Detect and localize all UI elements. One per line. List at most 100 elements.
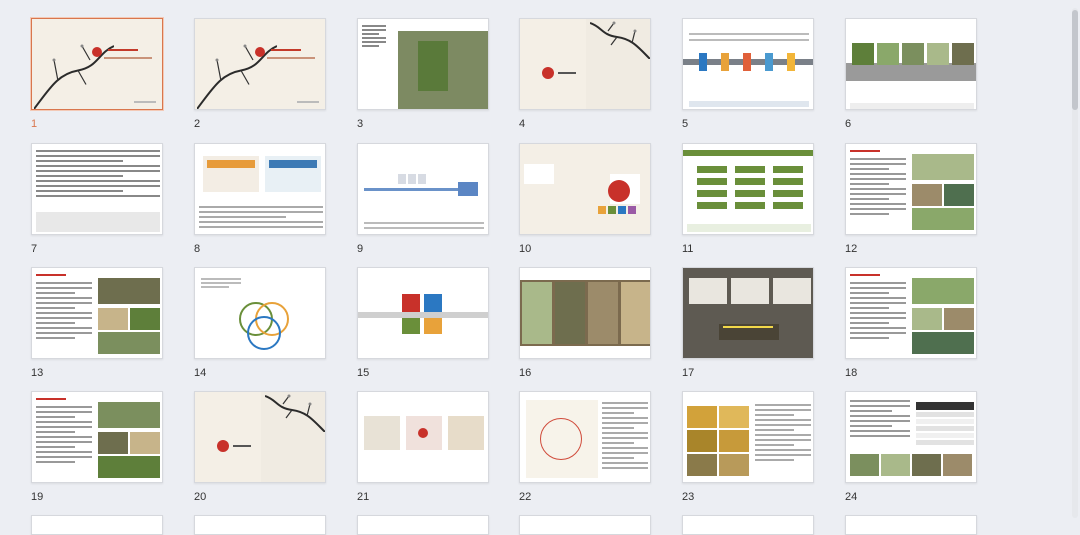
text-line [36,150,160,152]
slide-thumbnail-partial[interactable] [682,515,814,535]
slide-thumbnail-10[interactable]: 10 [519,143,651,255]
slide-thumbnail-17[interactable]: 17 [682,267,814,379]
text-line [850,158,906,160]
strip-photo [588,282,618,344]
table-row [916,419,974,424]
table-row [916,412,974,417]
slide-thumbnail-partial[interactable] [845,515,977,535]
slide-thumbnail-24[interactable]: 24 [845,391,977,503]
text-line [36,426,92,428]
slide-thumbnail-4[interactable]: 4 [519,18,651,130]
slide-number: 2 [194,118,201,130]
slide-thumbnail-23[interactable]: 23 [682,391,814,503]
photo-3 [130,308,160,330]
slide-thumbnail-16[interactable]: 16 [519,267,651,379]
slide-thumbnail-partial[interactable] [519,515,651,535]
text-line [36,155,160,157]
text-line [689,39,809,41]
slide-preview [845,391,977,483]
photo-1 [912,278,974,304]
text-line [36,322,76,324]
slide-thumbnail-18[interactable]: 18 [845,267,977,379]
text-line [850,312,906,314]
slide-thumbnail-22[interactable]: 22 [519,391,651,503]
tree-node [773,202,803,209]
photo-1 [98,278,160,304]
tree-node [735,166,765,173]
slide-thumbnail-partial[interactable] [357,515,489,535]
highlight-line [723,326,773,328]
slide-thumbnail-20[interactable]: 20 [194,391,326,503]
overlay-card [689,278,727,304]
photo-tile [912,454,941,476]
tree-node [697,202,727,209]
slide-number: 8 [194,243,201,255]
slide-number: 1 [31,118,38,130]
text-line [36,170,160,172]
text-line [36,441,92,443]
text-line [602,467,648,469]
photo-tile [850,454,879,476]
footer-text [297,101,319,103]
slide-preview [357,391,489,483]
text-line [850,327,906,329]
food-photo [687,406,717,428]
text-line [602,442,635,444]
food-photo [719,430,749,452]
slide-thumbnail-9[interactable]: 9 [357,143,489,255]
plum-branch-icon [265,394,325,432]
text-line [755,404,811,406]
text-line [364,222,484,224]
slide-thumbnail-6[interactable]: 6 [845,18,977,130]
text-line [364,227,484,229]
text-line [850,287,906,289]
photo-4 [98,332,160,354]
text-line [362,45,379,47]
slide-number: 17 [682,367,695,379]
slide-thumbnail-14[interactable]: 14 [194,267,326,379]
text-line [602,462,648,464]
section-title [558,72,576,74]
slide-thumbnail-13[interactable]: 13 [31,267,163,379]
slide-thumbnail-partial[interactable] [194,515,326,535]
photo-2 [98,432,128,454]
slide-thumbnail-5[interactable]: 5 [682,18,814,130]
slide-thumbnail-12[interactable]: 12 [845,143,977,255]
slide-thumbnail-partial[interactable] [31,515,163,535]
slide-thumbnail-1[interactable]: 1 [31,18,163,130]
text-line [850,302,906,304]
slide-thumbnail-7[interactable]: 7 [31,143,163,255]
flow-step [398,174,406,184]
text-line [36,456,92,458]
text-line [850,173,906,175]
text-line [850,188,906,190]
seal-icon [542,67,554,79]
overlay-card [773,278,811,304]
text-line [36,297,92,299]
slide-thumbnail-2[interactable]: 2 [194,18,326,130]
slide-thumbnail-15[interactable]: 15 [357,267,489,379]
vertical-scrollbar[interactable] [1072,8,1078,518]
photo-3 [130,432,160,454]
photo-tile [952,43,974,65]
slide-thumbnail-19[interactable]: 19 [31,391,163,503]
slide-thumbnail-21[interactable]: 21 [357,391,489,503]
text-line [362,33,379,35]
text-line [602,447,648,449]
slide-preview [357,267,489,359]
scrollbar-thumb[interactable] [1072,10,1078,110]
text-line [199,221,323,223]
text-line [850,297,906,299]
slide-number: 9 [357,243,364,255]
text-line [36,411,92,413]
strip-photo [522,282,552,344]
text-line [36,160,123,162]
map-highlight [418,41,448,91]
text-line [755,414,795,416]
slide-thumbnail-3[interactable]: 3 [357,18,489,130]
slide-preview [845,267,977,359]
slide-thumbnail-11[interactable]: 11 [682,143,814,255]
photo-4 [912,208,974,230]
text-line [850,163,906,165]
slide-thumbnail-8[interactable]: 8 [194,143,326,255]
